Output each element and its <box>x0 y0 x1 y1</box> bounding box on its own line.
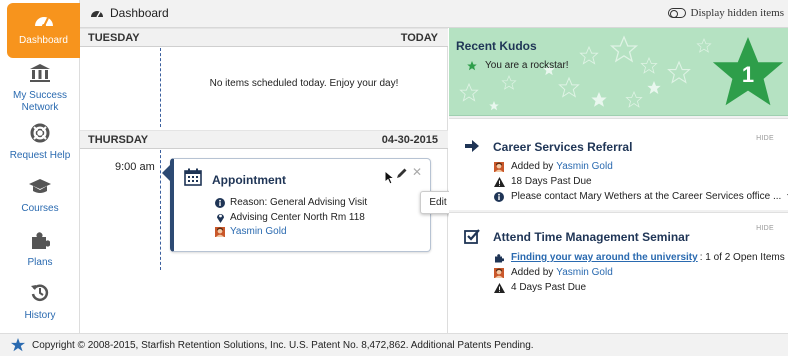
avatar <box>493 161 505 172</box>
added-by-link[interactable]: Yasmin Gold <box>556 161 613 172</box>
copyright-text: Copyright © 2008-2015, Starfish Retentio… <box>32 339 534 351</box>
puzzle-icon <box>0 230 80 254</box>
nav-label-my-success-network: My Success Network <box>13 90 67 113</box>
kudos-item: You are a rockstar! <box>467 60 569 71</box>
info-icon <box>493 191 505 202</box>
nav-label-history: History <box>24 310 56 321</box>
appointment-reason: Reason: General Advising Visit <box>214 197 367 208</box>
nav-label-plans: Plans <box>27 257 53 268</box>
day-name: THURSDAY <box>88 134 149 146</box>
toggle-switch-icon[interactable] <box>667 8 686 18</box>
building-icon <box>0 63 80 87</box>
nav-item-request-help[interactable]: Request Help <box>0 123 80 162</box>
map-pin-icon <box>214 212 226 223</box>
nav-label-dashboard: Dashboard <box>19 35 68 46</box>
added-by-prefix: Added by <box>511 267 554 278</box>
appointment-reason-text: Reason: General Advising Visit <box>230 197 368 208</box>
warning-icon <box>493 176 505 187</box>
puzzle-icon <box>493 253 505 263</box>
graduation-cap-icon <box>0 178 80 200</box>
display-hidden-items-label: Display hidden items <box>690 7 785 19</box>
day-header-tuesday: TUESDAY TODAY <box>80 28 448 47</box>
starfish-logo-icon <box>11 338 25 352</box>
close-icon[interactable]: ✕ <box>412 165 422 179</box>
mouse-cursor-icon <box>384 169 396 189</box>
avatar <box>214 226 226 237</box>
advisor-link[interactable]: Yasmin Gold <box>230 226 287 237</box>
appointment-person: Yasmin Gold <box>214 226 287 237</box>
avatar <box>493 267 505 278</box>
nav-item-history[interactable]: History <box>0 283 80 322</box>
alert-info: Please contact Mary Wethers at the Caree… <box>493 191 788 202</box>
footer: Copyright © 2008-2015, Starfish Retentio… <box>0 333 788 356</box>
past-due-text: 4 Days Past Due <box>511 282 587 293</box>
nav-item-plans[interactable]: Plans <box>0 230 80 269</box>
today-label: TODAY <box>400 32 438 44</box>
added-by-prefix: Added by <box>511 161 554 172</box>
appointment-location-text: Advising Center North Rm 118 <box>230 212 365 223</box>
alert-added-by: Added by Yasmin Gold <box>493 161 613 172</box>
nav-label-request-help: Request Help <box>9 150 71 161</box>
day-header-thursday: THURSDAY 04-30-2015 <box>80 130 448 149</box>
star-icon <box>467 60 477 70</box>
alert-card: Attend Time Management Seminar HIDE Find… <box>449 212 788 333</box>
nav-item-my-success-network[interactable]: My Success Network <box>0 63 80 114</box>
history-icon <box>0 283 80 307</box>
breadcrumb: Dashboard <box>90 6 169 20</box>
lifebuoy-icon <box>0 123 80 147</box>
day-date: 04-30-2015 <box>381 134 438 146</box>
past-due-text: 18 Days Past Due <box>511 176 592 187</box>
warning-icon <box>493 282 505 293</box>
calendar-icon <box>184 168 202 189</box>
alert-card: Career Services Referral HIDE Added by Y… <box>449 118 788 210</box>
recent-kudos-title: Recent Kudos <box>456 39 537 53</box>
right-panel: Recent Kudos You are a rockstar! 1 Caree… <box>449 28 788 333</box>
alert-title[interactable]: Career Services Referral <box>493 140 632 154</box>
alert-added-by: Added by Yasmin Gold <box>493 267 613 278</box>
appointment-location: Advising Center North Rm 118 <box>214 212 365 223</box>
alert-past-due: 18 Days Past Due <box>493 176 592 187</box>
nav-item-courses[interactable]: Courses <box>0 178 80 215</box>
nav-item-dashboard[interactable]: Dashboard <box>7 3 80 58</box>
arrow-right-icon <box>464 139 480 156</box>
agenda-panel: TUESDAY TODAY No items scheduled today. … <box>80 28 456 333</box>
edit-pencil-icon[interactable] <box>396 167 408 182</box>
alert-plan: Finding your way around the university :… <box>493 252 785 263</box>
kudos-count: 1 <box>741 62 755 87</box>
hide-button[interactable]: HIDE <box>756 135 774 142</box>
plan-link[interactable]: Finding your way around the university <box>511 252 698 263</box>
alert-title[interactable]: Attend Time Management Seminar <box>493 230 690 244</box>
alert-info-text: Please contact Mary Wethers at the Caree… <box>511 191 782 202</box>
recent-kudos-panel: Recent Kudos You are a rockstar! 1 <box>449 28 788 116</box>
empty-schedule-message: No items scheduled today. Enjoy your day… <box>209 78 399 89</box>
appointment-title: Appointment <box>212 173 286 187</box>
checkbox-checked-icon <box>464 228 480 247</box>
plan-open-items: : 1 of 2 Open Items <box>699 252 785 263</box>
hide-button[interactable]: HIDE <box>756 225 774 232</box>
dashboard-icon <box>7 12 80 32</box>
nav-label-courses: Courses <box>21 203 59 214</box>
info-icon <box>214 197 226 208</box>
alert-past-due: 4 Days Past Due <box>493 282 586 293</box>
added-by-link[interactable]: Yasmin Gold <box>556 267 613 278</box>
left-navigation: Dashboard My Success Network Request Hel… <box>0 0 80 333</box>
day-name: TUESDAY <box>88 32 140 44</box>
dashboard-icon <box>91 11 103 18</box>
appointment-time: 9:00 am <box>115 161 155 173</box>
top-bar: Dashboard Display hidden items <box>80 0 788 28</box>
timeline-divider <box>160 150 161 270</box>
display-hidden-items-toggle[interactable]: Display hidden items <box>667 7 785 19</box>
kudos-message: You are a rockstar! <box>485 60 569 71</box>
page-title: Dashboard <box>110 6 169 20</box>
